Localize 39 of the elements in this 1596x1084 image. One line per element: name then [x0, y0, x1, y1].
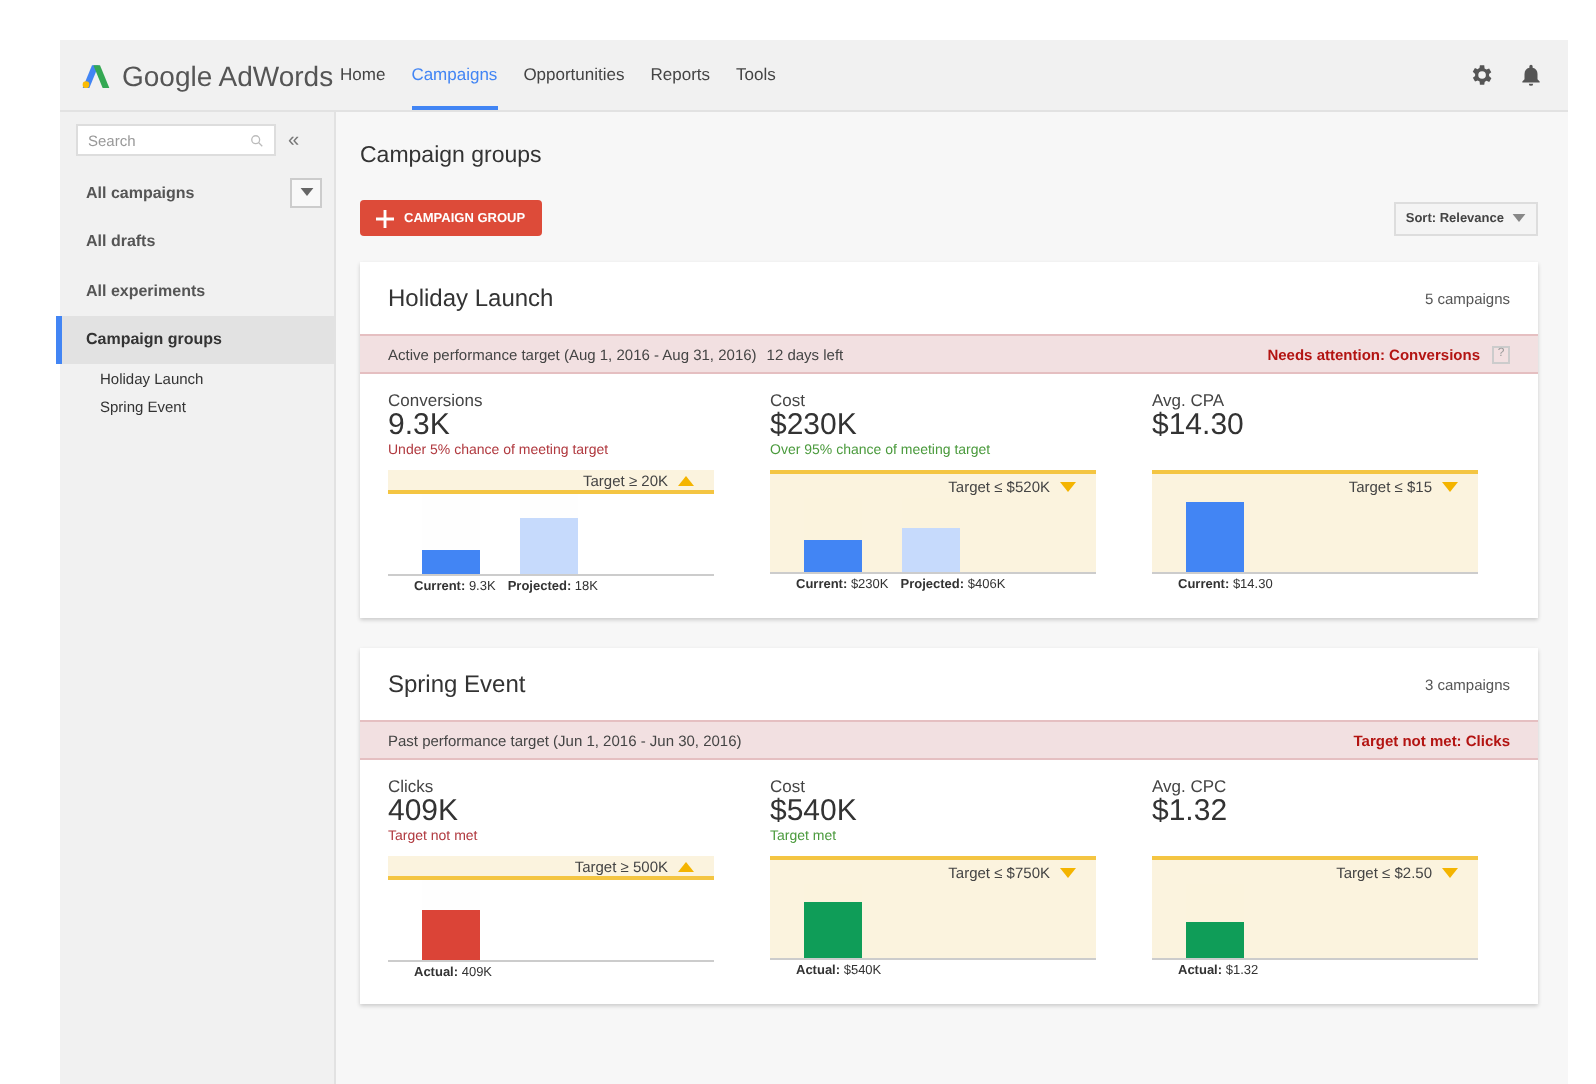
- nav-tab[interactable]: Home: [340, 40, 386, 110]
- metric-label: Clicks: [388, 776, 436, 796]
- target-arrow-icon: [678, 861, 694, 871]
- target-arrow-icon: [1060, 867, 1076, 877]
- target-arrow-icon: [1442, 481, 1458, 491]
- sidebar-item[interactable]: All campaigns: [56, 168, 290, 217]
- metric-label: Avg. CPC: [1152, 776, 1229, 796]
- nav-tab[interactable]: Tools: [736, 40, 776, 110]
- sidebar-item[interactable]: Campaign groups: [56, 315, 334, 364]
- metric-value: $1.32: [1152, 796, 1230, 828]
- metric-label: Avg. CPA: [1152, 390, 1227, 410]
- caret-icon: [1512, 214, 1526, 222]
- bell-icon[interactable]: [1518, 62, 1544, 88]
- target-arrow-icon: [1442, 867, 1458, 877]
- sidebar-item[interactable]: All drafts: [56, 217, 334, 266]
- settings-icon[interactable]: [1468, 62, 1494, 88]
- search-icon: [250, 133, 264, 147]
- metric-label: Conversions: [388, 390, 485, 410]
- dropdown-button[interactable]: [290, 177, 322, 208]
- sidebar-item[interactable]: All experiments: [56, 266, 334, 315]
- metric-value: 409K: [388, 796, 461, 828]
- app-name: Google AdWords: [122, 59, 334, 91]
- target-arrow-icon: [1060, 481, 1076, 491]
- logo-icon: [80, 59, 112, 91]
- nav-tab[interactable]: Opportunities: [523, 40, 625, 110]
- metric-value: $540K: [770, 796, 859, 828]
- metric-value: 9.3K: [388, 410, 452, 442]
- metric-value: $230K: [770, 410, 859, 442]
- page-title: Campaign groups: [360, 144, 544, 168]
- target-arrow-icon: [678, 475, 694, 485]
- group-name[interactable]: Holiday Launch: [388, 284, 554, 312]
- caret-icon: [299, 188, 313, 197]
- collapse-button[interactable]: «: [288, 129, 300, 151]
- metric-value: $14.30: [1152, 410, 1246, 442]
- metric-label: Cost: [770, 390, 807, 410]
- nav-tab[interactable]: Reports: [650, 40, 711, 110]
- plus-icon: [376, 209, 394, 227]
- group-name[interactable]: Spring Event: [388, 670, 526, 698]
- metric-label: Cost: [770, 776, 807, 796]
